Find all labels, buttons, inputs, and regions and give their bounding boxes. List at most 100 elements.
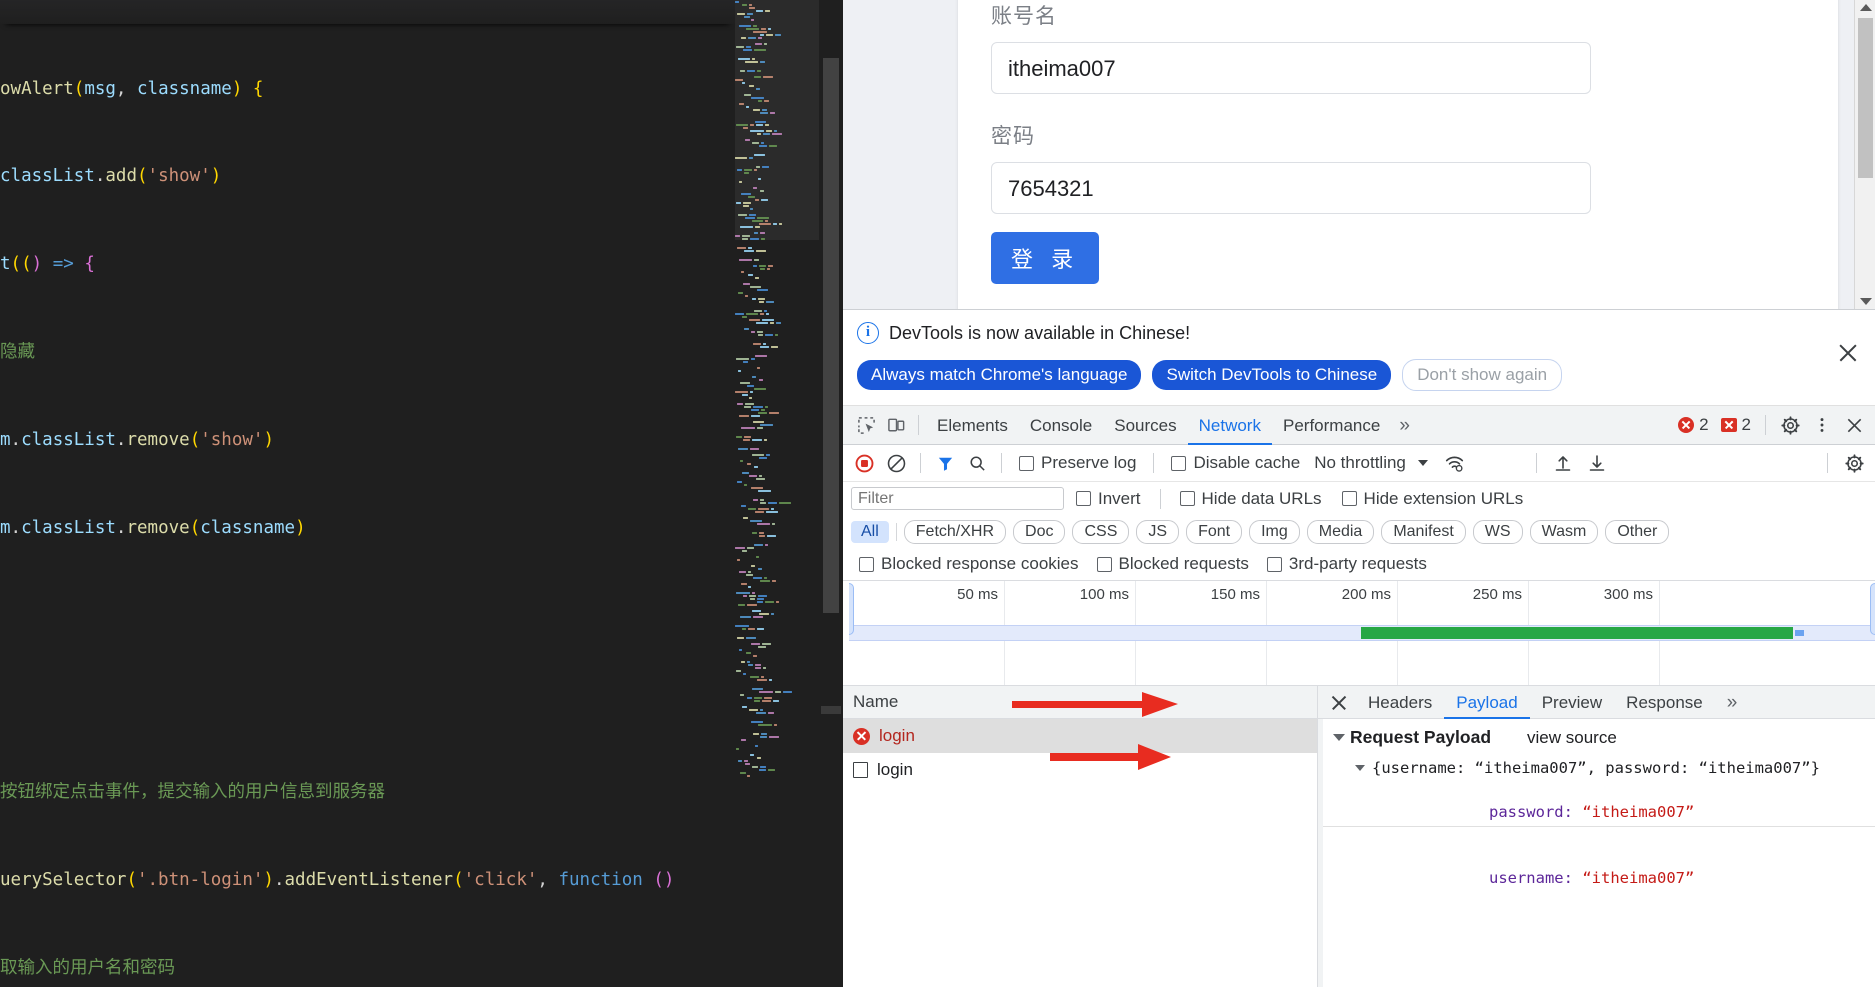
network-conditions-icon[interactable]: [1440, 448, 1470, 478]
editor-scrollbar-thumb[interactable]: [823, 58, 839, 613]
request-list-header[interactable]: Name: [843, 686, 1317, 719]
overview-left-handle[interactable]: [849, 583, 854, 635]
export-har-icon[interactable]: [1582, 448, 1612, 478]
tab-console[interactable]: Console: [1019, 406, 1103, 445]
divider: [1001, 453, 1002, 473]
page-scrollbar-thumb[interactable]: [1858, 18, 1873, 178]
search-icon[interactable]: [962, 448, 992, 478]
checkbox-icon[interactable]: [1076, 491, 1091, 506]
code-line: 隐藏: [0, 342, 35, 363]
checkbox-icon[interactable]: [1096, 556, 1112, 572]
tab-headers[interactable]: Headers: [1356, 686, 1444, 719]
type-chip-css[interactable]: CSS: [1072, 519, 1130, 544]
overview-body[interactable]: 50 ms 100 ms 150 ms 200 ms 250 ms 300 ms: [849, 581, 1875, 685]
filter-icon[interactable]: [930, 448, 960, 478]
checkbox-icon[interactable]: [1341, 491, 1357, 506]
type-chip-font[interactable]: Font: [1186, 519, 1243, 544]
payload-key: password:: [1488, 803, 1573, 821]
type-chip-js[interactable]: JS: [1136, 519, 1180, 544]
hide-extension-urls-checkbox[interactable]: Hide extension URLs: [1334, 489, 1532, 509]
table-row[interactable]: login: [843, 719, 1317, 753]
tab-sources[interactable]: Sources: [1103, 406, 1187, 445]
tab-network[interactable]: Network: [1188, 406, 1272, 445]
inspect-element-icon[interactable]: [851, 410, 881, 440]
type-chip-manifest[interactable]: Manifest: [1381, 519, 1466, 544]
invert-label: Invert: [1098, 488, 1141, 508]
checkbox-icon[interactable]: [1266, 556, 1282, 572]
close-icon[interactable]: [1835, 340, 1861, 366]
network-settings-gear-icon[interactable]: [1839, 448, 1869, 478]
scroll-down-arrow-icon[interactable]: [1860, 298, 1872, 305]
blocked-response-cookies-checkbox[interactable]: Blocked response cookies: [851, 554, 1087, 574]
tab-elements[interactable]: Elements: [926, 406, 1019, 445]
disable-cache-checkbox[interactable]: Disable cache: [1163, 453, 1308, 473]
checkbox-icon[interactable]: [1171, 455, 1187, 471]
username-input[interactable]: itheima007: [991, 42, 1591, 94]
overview-tick: 100 ms: [1079, 586, 1129, 603]
payload-object-summary-row[interactable]: {username: “itheima007”, password: “ithe…: [1329, 757, 1875, 779]
error-count-badge[interactable]: 2: [1673, 415, 1713, 435]
type-chip-doc[interactable]: Doc: [1013, 519, 1066, 544]
close-icon[interactable]: [1839, 410, 1869, 440]
hide-data-urls-checkbox[interactable]: Hide data URLs: [1172, 489, 1330, 509]
checkbox-icon[interactable]: [1179, 491, 1195, 506]
import-har-icon[interactable]: [1548, 448, 1578, 478]
request-detail-tab-bar: Headers Payload Preview Response »: [1318, 686, 1875, 719]
type-chip-ws[interactable]: WS: [1472, 519, 1523, 544]
devtools-locale-banner: i DevTools is now available in Chinese! …: [843, 310, 1875, 406]
divider: [1323, 826, 1875, 827]
close-icon[interactable]: [1326, 689, 1352, 715]
switch-to-chinese-button[interactable]: Switch DevTools to Chinese: [1152, 360, 1392, 390]
code-line: owAlert(msg, classname) {: [0, 78, 264, 99]
type-chip-all[interactable]: All: [851, 520, 889, 543]
type-chip-wasm[interactable]: Wasm: [1529, 519, 1599, 544]
blocked-requests-checkbox[interactable]: Blocked requests: [1089, 554, 1257, 574]
tab-payload[interactable]: Payload: [1444, 686, 1529, 719]
record-button[interactable]: [849, 448, 879, 478]
code-editor[interactable]: owAlert(msg, classname) { classList.add(…: [0, 0, 843, 987]
chevron-down-icon[interactable]: [1417, 460, 1428, 466]
third-party-requests-checkbox[interactable]: 3rd-party requests: [1259, 554, 1435, 574]
tab-response[interactable]: Response: [1614, 686, 1715, 719]
dont-show-again-button[interactable]: Don't show again: [1402, 359, 1563, 391]
blocked-response-cookies-label: Blocked response cookies: [881, 554, 1079, 573]
more-options-icon[interactable]: [1807, 410, 1837, 440]
checkbox-icon[interactable]: [1019, 455, 1034, 471]
login-form-card: 账号名 itheima007 密码 7654321 登 录: [958, 0, 1838, 309]
type-chip-other[interactable]: Other: [1605, 519, 1670, 544]
always-match-language-button[interactable]: Always match Chrome's language: [857, 360, 1142, 390]
gear-icon[interactable]: [1775, 410, 1805, 440]
chevron-down-icon[interactable]: [1333, 734, 1345, 741]
more-tabs-chevron-icon[interactable]: »: [1391, 406, 1418, 445]
type-chip-img[interactable]: Img: [1249, 519, 1300, 544]
login-button[interactable]: 登 录: [991, 232, 1100, 284]
overview-right-handle[interactable]: [1870, 583, 1875, 635]
request-payload-header[interactable]: Request Payload view source: [1329, 727, 1875, 748]
page-vertical-scrollbar[interactable]: [1854, 0, 1875, 309]
code-editor-text[interactable]: owAlert(msg, classname) { classList.add(…: [0, 0, 735, 987]
code-line: m.classList.remove(classname): [0, 518, 306, 539]
device-toolbar-icon[interactable]: [881, 410, 911, 440]
scroll-up-arrow-icon[interactable]: [1860, 4, 1872, 11]
warning-count: 2: [1741, 415, 1751, 434]
more-tabs-chevron-icon[interactable]: »: [1715, 686, 1750, 719]
checkbox-icon[interactable]: [859, 556, 874, 572]
type-chip-fetch-xhr[interactable]: Fetch/XHR: [903, 519, 1007, 544]
tab-preview[interactable]: Preview: [1530, 686, 1614, 719]
type-chip-media[interactable]: Media: [1306, 519, 1375, 544]
filter-input[interactable]: [851, 487, 1064, 510]
tab-performance[interactable]: Performance: [1272, 406, 1391, 445]
table-row[interactable]: login: [843, 753, 1317, 787]
invert-checkbox[interactable]: Invert: [1068, 489, 1149, 509]
warning-count-badge[interactable]: 2: [1716, 415, 1756, 435]
code-line: 按钮绑定点击事件，提交输入的用户信息到服务器: [0, 781, 385, 802]
editor-minimap[interactable]: [735, 0, 819, 987]
view-source-link[interactable]: view source: [1527, 728, 1617, 748]
network-overview-timeline[interactable]: 50 ms 100 ms 150 ms 200 ms 250 ms 300 ms: [843, 581, 1875, 686]
password-input[interactable]: 7654321: [991, 162, 1591, 214]
preserve-log-checkbox[interactable]: Preserve log: [1011, 453, 1144, 473]
editor-vertical-scrollbar[interactable]: [819, 0, 843, 987]
throttling-select[interactable]: No throttling: [1310, 453, 1406, 473]
clear-button[interactable]: [881, 448, 911, 478]
chevron-down-icon[interactable]: [1355, 765, 1365, 771]
